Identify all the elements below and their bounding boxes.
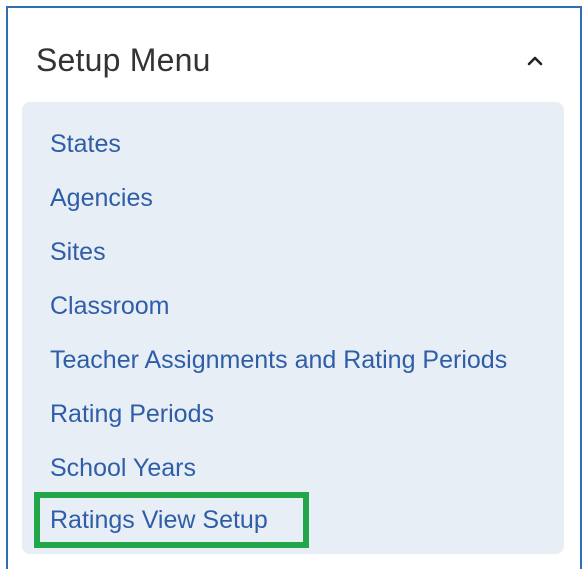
- menu-item-sites[interactable]: Sites: [50, 238, 106, 267]
- menu-item-classroom[interactable]: Classroom: [50, 292, 169, 321]
- menu-item-rating-periods[interactable]: Rating Periods: [50, 400, 214, 429]
- setup-menu-list-container: States Agencies Sites Classroom Teacher …: [22, 102, 564, 554]
- menu-item-school-years[interactable]: School Years: [50, 454, 196, 483]
- menu-item-teacher-assignments[interactable]: Teacher Assignments and Rating Periods: [50, 346, 507, 375]
- setup-menu-title: Setup Menu: [36, 42, 211, 78]
- menu-item-agencies[interactable]: Agencies: [50, 184, 153, 213]
- menu-item-states[interactable]: States: [50, 130, 121, 159]
- menu-item-ratings-view-setup[interactable]: Ratings View Setup: [50, 506, 268, 535]
- setup-menu-panel: Setup Menu States Agencies Sites Classro…: [6, 6, 582, 569]
- setup-menu-header[interactable]: Setup Menu: [8, 8, 580, 108]
- chevron-up-icon[interactable]: [526, 52, 544, 70]
